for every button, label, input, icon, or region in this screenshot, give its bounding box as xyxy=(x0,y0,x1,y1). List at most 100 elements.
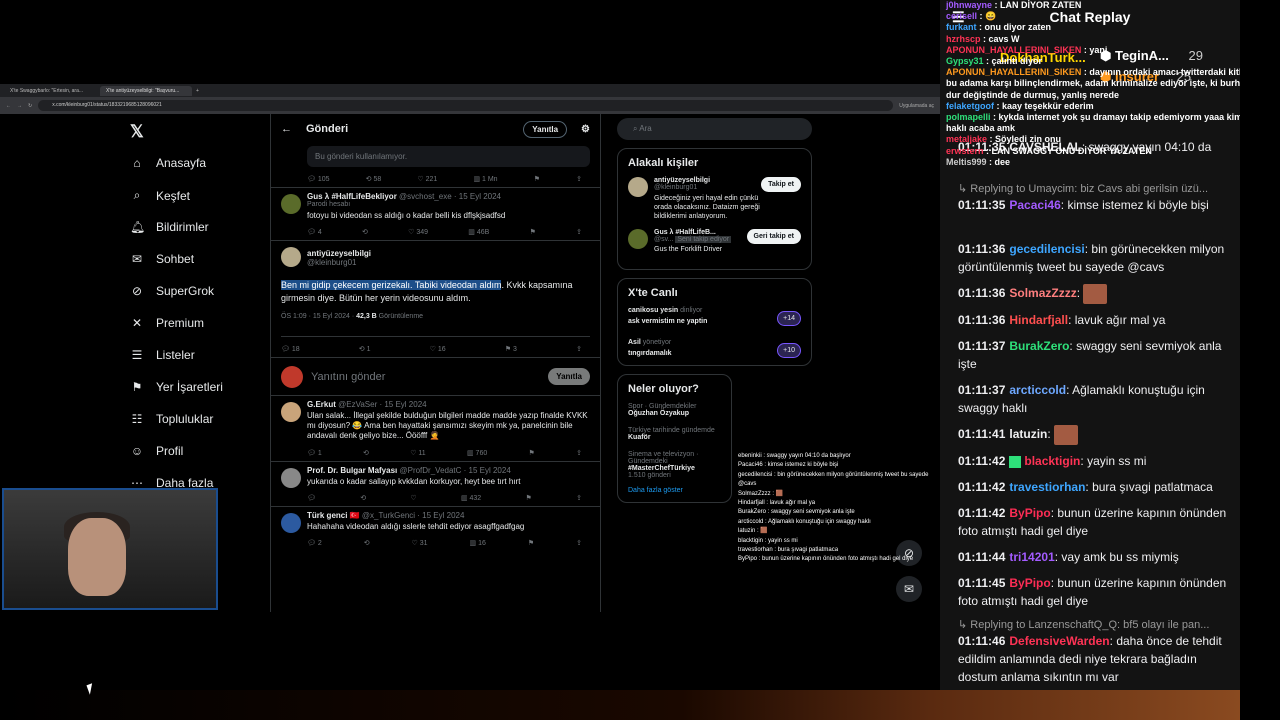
related-person[interactable]: antiyüzeyselbilgi @kleinburg01 Gideceğin… xyxy=(628,177,801,221)
webcam-feed xyxy=(2,488,218,610)
share-icon[interactable]: ⇪ xyxy=(576,345,582,353)
reload-icon[interactable]: ↻ xyxy=(28,103,32,109)
emote-image xyxy=(1054,425,1079,445)
like-count[interactable]: ♡ 31 xyxy=(412,539,428,547)
nav-communities[interactable]: ☷ Topluluklar xyxy=(130,412,214,426)
search-input[interactable]: ⌕ Ara xyxy=(617,118,812,140)
related-people-card: Alakalı kişiler antiyüzeyselbilgi @klein… xyxy=(617,148,812,270)
trend-item[interactable]: Kuaför xyxy=(628,434,721,441)
trend-item[interactable]: #MasterChefTürkiye xyxy=(628,465,721,472)
view-count[interactable]: ▥ 46B xyxy=(468,228,489,236)
nav-profile[interactable]: ☺ Profil xyxy=(130,444,183,458)
share-icon[interactable]: ⇪ xyxy=(576,228,582,236)
chat-message: 01:11:37 BurakZero: swaggy seni sevmiyok … xyxy=(958,339,1222,371)
reply-tweet[interactable]: Prof. Dr. Bulgar Mafyası @ProfDr_VedatC … xyxy=(271,462,600,507)
new-tab-icon[interactable]: + xyxy=(196,88,199,94)
back-arrow-icon[interactable]: ← xyxy=(281,123,292,135)
repost-icon[interactable]: ⟲ xyxy=(363,449,369,457)
open-in-app-button[interactable]: Uygulamada aç xyxy=(899,103,934,109)
nav-bookmarks[interactable]: ⚑ Yer İşaretleri xyxy=(130,380,223,394)
back-icon[interactable]: ← xyxy=(6,103,11,109)
reply-pill-button[interactable]: Yanıtla xyxy=(523,120,568,138)
nav-explore[interactable]: ⌕ Keşfet xyxy=(130,188,190,203)
like-count[interactable]: ♡ 11 xyxy=(410,449,426,457)
view-count[interactable]: ▥ 760 xyxy=(467,449,487,457)
like-count[interactable]: ♡ 221 xyxy=(417,175,437,183)
avatar xyxy=(281,365,303,388)
follow-button[interactable]: Takip et xyxy=(761,177,801,192)
avatar xyxy=(628,229,648,249)
view-count[interactable]: ▥ 1 Mn xyxy=(473,175,497,183)
bookmark-icon: ⚑ xyxy=(131,380,143,394)
share-icon[interactable]: ⇪ xyxy=(576,539,582,547)
settings-sliders-icon[interactable]: ⚙ xyxy=(581,124,590,135)
repost-icon[interactable]: ⟲ xyxy=(364,539,370,547)
chat-message: 01:11:45 ByPipo: bunun üzerine kapının ön… xyxy=(958,576,1227,608)
address-bar[interactable]: x.com/kleinburg01/status/183321968512809… xyxy=(38,100,894,111)
nav-notifications[interactable]: 🔔︎ Bildirimler xyxy=(130,220,209,234)
avatar[interactable] xyxy=(281,402,301,422)
avatar[interactable] xyxy=(281,194,301,214)
avatar[interactable] xyxy=(281,513,301,533)
share-icon[interactable]: ⇪ xyxy=(576,494,582,502)
bookmark-icon[interactable]: ⚑ xyxy=(528,539,534,547)
post-actions: 💬︎ 105 ⟲ 58 ♡ 221 ▥ 1 Mn ⚑ ⇪ xyxy=(307,175,590,183)
show-more-link[interactable]: Daha fazla göster xyxy=(628,487,721,494)
reply-submit-button[interactable]: Yanıtla xyxy=(548,368,590,385)
nav-supergrok[interactable]: ⊘ SuperGrok xyxy=(130,284,214,298)
tweet-meta: ÖS 1:09 · 15 Eyl 2024 · 42,3 B Görüntüle… xyxy=(281,313,424,320)
related-person[interactable]: Gus λ #HalfLifeB... @sv... Seni takip ed… xyxy=(628,229,801,253)
repost-count[interactable]: ⟲ 58 xyxy=(366,175,382,183)
x-logo-icon[interactable]: 𝕏 xyxy=(130,122,144,142)
reply-input[interactable]: Yanıtını gönder xyxy=(311,371,385,383)
bookmark-icon[interactable]: ⚑ xyxy=(534,175,540,183)
nav-premium[interactable]: ✕ Premium xyxy=(130,316,204,330)
nav-lists[interactable]: ☰ Listeler xyxy=(130,348,195,362)
reply-tweet[interactable]: Türk genci 🇹🇷 @x_TurkGenci · 15 Eyl 2024… xyxy=(271,507,600,551)
reply-count[interactable]: 💬︎ 18 xyxy=(281,345,300,353)
browser-tab[interactable]: X'te Swaggybarlo: "Ertesin, ara... xyxy=(4,86,96,96)
reply-tweet[interactable]: G.Erkut @EzVaSer · 15 Eyl 2024 Ulan sala… xyxy=(271,396,600,462)
chat-reply-context[interactable]: ↳ Replying to LanzenschaftQ_Q: bf5 olayı… xyxy=(958,618,1209,631)
like-count[interactable]: ♡ 349 xyxy=(408,228,428,236)
view-count[interactable]: ▥ 432 xyxy=(461,494,481,502)
like-icon[interactable]: ♡ xyxy=(410,494,416,502)
browser-tab-active[interactable]: X'te antiyüzeyselbilgi: "Başvuru... xyxy=(100,85,192,96)
nav-home[interactable]: ⌂ Anasayfa xyxy=(130,156,206,170)
like-count[interactable]: ♡ 16 xyxy=(430,345,446,353)
nav-chat[interactable]: ✉ Sohbet xyxy=(130,252,194,266)
mail-icon: ✉ xyxy=(131,252,143,266)
reply-count[interactable]: 💬︎ 4 xyxy=(307,228,322,236)
chat-message: 01:11:37 arcticcold: Ağlamaklı konuştuğu … xyxy=(958,383,1205,415)
bookmark-icon[interactable]: ⚑ xyxy=(529,449,535,457)
messages-fab-icon[interactable]: ✉ xyxy=(896,576,922,602)
unavailable-post: Bu gönderi kullanılamıyor. 💬︎ 105 ⟲ 58 ♡… xyxy=(271,144,600,188)
repost-icon[interactable]: ⟲ xyxy=(360,494,366,502)
reply-icon[interactable]: 💬︎ xyxy=(307,494,316,502)
stream-chat-overlay: ebeninkii : swaggy yayın 04:10 da başlıy… xyxy=(738,453,929,563)
reply-count[interactable]: 💬︎ 105 xyxy=(307,175,330,183)
view-count[interactable]: ▥ 16 xyxy=(470,539,486,547)
share-icon[interactable]: ⇪ xyxy=(576,449,582,457)
forward-icon[interactable]: → xyxy=(17,103,22,109)
post-actions: 💬︎ 2 ⟲ ♡ 31 ▥ 16 ⚑ ⇪ xyxy=(307,539,590,547)
reply-tweet[interactable]: Gus λ #HalfLifeBekliyor @svchost_exe · 1… xyxy=(271,188,600,241)
trend-item[interactable]: Oğuzhan Özyakup xyxy=(628,410,721,417)
live-space[interactable]: canikosu yesin dinliyor ask vermistim ne… xyxy=(628,307,801,326)
repost-count[interactable]: ⟲ 1 xyxy=(359,345,371,353)
avatar[interactable] xyxy=(281,468,301,488)
share-icon[interactable]: ⇪ xyxy=(576,175,582,183)
parody-badge: Parodi hesabı xyxy=(307,201,351,208)
bookmark-count[interactable]: ⚑ 3 xyxy=(505,345,517,353)
reply-count[interactable]: 💬︎ 1 xyxy=(307,449,322,457)
avatar[interactable] xyxy=(281,247,301,267)
bookmark-icon[interactable]: ⚑ xyxy=(530,228,536,236)
repost-icon[interactable]: ⟲ xyxy=(362,228,368,236)
chat-reply-context[interactable]: ↳ Replying to Umaycim: biz Cavs abi geri… xyxy=(958,182,1208,195)
follow-back-button[interactable]: Geri takip et xyxy=(746,229,801,244)
chat-message: 01:11:36 Hindarfjall: lavuk ağır mal ya xyxy=(958,313,1166,327)
reply-count[interactable]: 💬︎ 2 xyxy=(307,539,322,547)
live-space[interactable]: Asil yönetiyor tıngırdamalık +10 xyxy=(628,339,801,358)
bookmark-icon[interactable]: ⚑ xyxy=(525,494,531,502)
background-strip xyxy=(0,690,1240,720)
